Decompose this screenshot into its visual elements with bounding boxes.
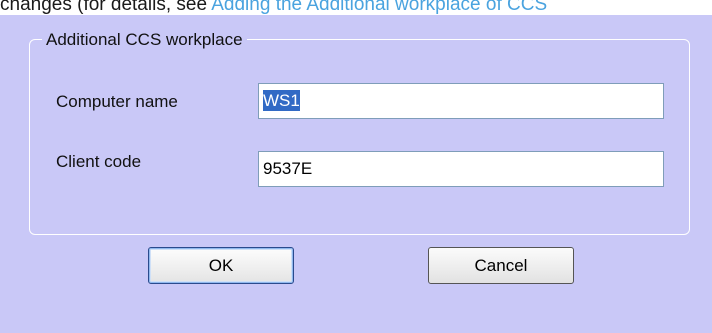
document-text-line: changes (for details, see Adding the Add… — [0, 0, 712, 16]
computer-name-input[interactable]: WS1 — [258, 83, 664, 119]
ok-button[interactable]: OK — [148, 247, 294, 284]
groupbox-title: Additional CCS workplace — [42, 30, 247, 50]
computer-name-label: Computer name — [56, 92, 178, 111]
client-code-value: 9537E — [263, 159, 313, 178]
client-code-label: Client code — [56, 152, 142, 171]
cancel-button[interactable]: Cancel — [428, 247, 574, 284]
document-text: changes (for details, see — [0, 0, 212, 15]
workplace-groupbox — [29, 39, 690, 235]
computer-name-value: WS1 — [263, 90, 300, 111]
add-workplace-dialog: Additional CCS workplace Computer name W… — [0, 15, 712, 333]
document-link[interactable]: Adding the Additional workplace of CCS — [211, 0, 547, 15]
client-code-input[interactable]: 9537E — [258, 151, 664, 187]
